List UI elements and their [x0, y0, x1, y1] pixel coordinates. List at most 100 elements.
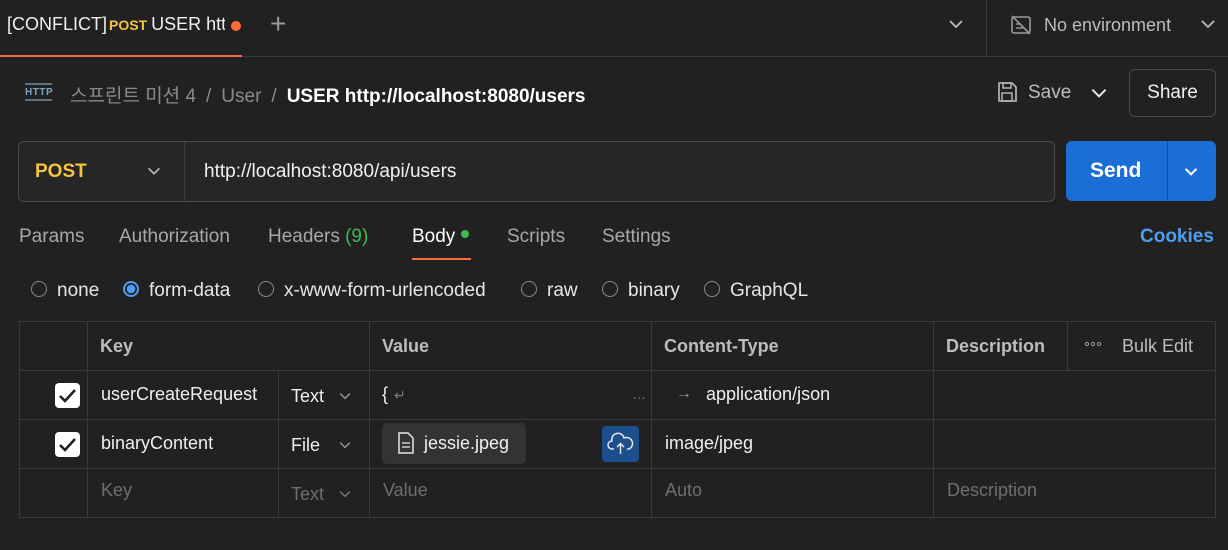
- column-header-content-type: Content-Type: [664, 336, 779, 356]
- radio-none[interactable]: none: [31, 280, 99, 302]
- row-type-select[interactable]: Text: [291, 386, 351, 407]
- column-divider: [369, 322, 370, 518]
- unsaved-dot-icon: [231, 21, 241, 31]
- http-request-icon: HTTP: [24, 80, 54, 107]
- plus-icon[interactable]: +: [270, 8, 286, 40]
- tab-body[interactable]: Body: [412, 226, 470, 248]
- radio-form-data-label: form-data: [149, 280, 231, 301]
- new-row-type-select[interactable]: Text: [291, 484, 351, 505]
- row-value-text: {: [382, 384, 389, 404]
- breadcrumb-separator: /: [206, 86, 212, 107]
- row-type-select[interactable]: File: [291, 435, 351, 456]
- radio-graphql[interactable]: GraphQL: [704, 280, 808, 302]
- file-chip[interactable]: jessie.jpeg: [382, 423, 526, 464]
- row-divider: [20, 419, 1215, 420]
- row-type-label: Text: [291, 386, 325, 406]
- radio-binary-circle: [602, 280, 618, 297]
- column-divider: [1067, 322, 1068, 370]
- breadcrumb: 스프린트 미션 4 / User / USER http://localhost:808…: [70, 81, 586, 108]
- tab-bar: [CONFLICT]POSTUSER http://localhost:8080…: [0, 0, 1228, 57]
- bulk-edit-button[interactable]: Bulk Edit: [1122, 336, 1193, 357]
- row-key[interactable]: binaryContent: [101, 433, 213, 454]
- tab-authorization[interactable]: Authorization: [119, 226, 230, 248]
- tab-conflict-prefix: [CONFLICT]: [7, 14, 108, 34]
- radio-raw-label: raw: [547, 280, 578, 301]
- new-row-value-input[interactable]: Value: [383, 480, 428, 501]
- send-button[interactable]: Send: [1066, 141, 1216, 201]
- share-button[interactable]: Share: [1129, 69, 1216, 117]
- form-data-table: Key Value Content-Type Description Bulk …: [19, 321, 1216, 518]
- radio-form-data-circle: [123, 280, 139, 297]
- new-row-description-input[interactable]: Description: [947, 480, 1037, 501]
- send-divider: [1167, 141, 1168, 201]
- type-chevron-down-icon: [339, 393, 351, 400]
- radio-graphql-label: GraphQL: [730, 280, 809, 301]
- environment-chevron-down-icon[interactable]: [1198, 14, 1218, 39]
- save-icon[interactable]: [995, 80, 1019, 109]
- breadcrumb-collection[interactable]: 스프린트 미션 4: [70, 86, 196, 107]
- tab-settings[interactable]: Settings: [602, 226, 671, 248]
- column-divider: [278, 371, 279, 518]
- headers-count-badge: (9): [345, 226, 369, 247]
- tab-request-name: USER http://localhost:8080/users: [151, 14, 225, 34]
- tab-body-label: Body: [412, 226, 456, 247]
- more-icon[interactable]: …: [632, 386, 646, 402]
- file-name: jessie.jpeg: [424, 433, 510, 453]
- send-label: Send: [1090, 159, 1142, 182]
- tab-headers[interactable]: Headers (9): [268, 226, 368, 248]
- radio-urlencoded[interactable]: x-www-form-urlencoded: [258, 280, 486, 302]
- url-input[interactable]: http://localhost:8080/api/users: [204, 161, 456, 183]
- radio-none-circle: [31, 280, 47, 297]
- send-options-chevron-down-icon[interactable]: [1180, 160, 1202, 187]
- new-row-type-label: Text: [291, 484, 325, 504]
- column-divider: [933, 322, 934, 518]
- radio-binary[interactable]: binary: [602, 280, 680, 302]
- tab-scripts[interactable]: Scripts: [507, 226, 565, 248]
- radio-none-label: none: [57, 280, 100, 301]
- tabs-dropdown-chevron-down-icon[interactable]: [946, 14, 966, 39]
- column-header-value: Value: [382, 336, 430, 356]
- http-icon-text: HTTP: [25, 87, 53, 98]
- newline-icon: ↵: [394, 387, 406, 403]
- request-title[interactable]: USER http://localhost:8080/users: [287, 86, 586, 107]
- method-select[interactable]: POST: [19, 142, 185, 201]
- more-options-icon[interactable]: [1084, 334, 1102, 357]
- type-chevron-down-icon: [339, 442, 351, 449]
- row-content-type[interactable]: image/jpeg: [665, 433, 753, 454]
- breadcrumb-separator: /: [271, 86, 277, 107]
- row-content-type[interactable]: application/json: [706, 384, 830, 405]
- divider: [986, 0, 987, 57]
- radio-raw[interactable]: raw: [521, 280, 578, 302]
- row-key[interactable]: userCreateRequest: [101, 384, 257, 405]
- radio-urlencoded-label: x-www-form-urlencoded: [284, 280, 486, 301]
- radio-raw-circle: [521, 280, 537, 297]
- row-divider: [20, 370, 1215, 371]
- method-chevron-down-icon: [145, 162, 163, 185]
- radio-form-data[interactable]: form-data: [123, 280, 230, 302]
- environment-selector[interactable]: No environment: [1044, 15, 1171, 36]
- save-button[interactable]: Save: [1028, 82, 1071, 104]
- radio-graphql-circle: [704, 280, 720, 297]
- row-checkbox[interactable]: [55, 432, 80, 457]
- cookies-link[interactable]: Cookies: [1140, 226, 1214, 248]
- save-options-chevron-down-icon[interactable]: [1088, 82, 1110, 109]
- arrow-right-icon: →: [676, 385, 692, 402]
- new-row-content-type-input[interactable]: Auto: [665, 480, 702, 501]
- tab-params[interactable]: Params: [19, 226, 84, 248]
- radio-urlencoded-circle: [258, 280, 274, 297]
- row-checkbox[interactable]: [55, 383, 80, 408]
- request-tab-label: [CONFLICT]POSTUSER http://localhost:8080…: [7, 14, 225, 35]
- tab-method: POST: [109, 17, 148, 33]
- tab-headers-label: Headers: [268, 226, 340, 247]
- cloud-upload-icon[interactable]: [602, 426, 639, 462]
- row-value[interactable]: {↵: [382, 384, 406, 405]
- body-indicator-dot-icon: [461, 229, 470, 238]
- no-environment-icon: [1009, 13, 1033, 42]
- new-row-key-input[interactable]: Key: [101, 480, 132, 501]
- row-type-label: File: [291, 435, 321, 455]
- request-tab[interactable]: [CONFLICT]POSTUSER http://localhost:8080…: [0, 0, 242, 57]
- url-bar: POST http://localhost:8080/api/users: [18, 141, 1055, 202]
- column-divider: [87, 322, 88, 518]
- breadcrumb-folder[interactable]: User: [221, 86, 261, 107]
- column-header-key: Key: [100, 336, 134, 356]
